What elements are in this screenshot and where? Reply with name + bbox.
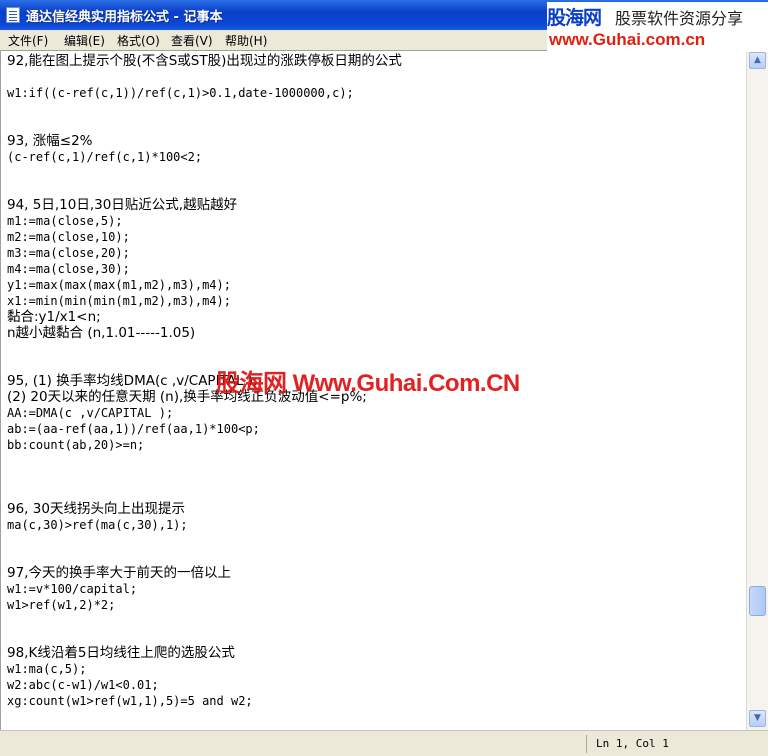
vertical-scrollbar[interactable]: ▲ ▼ bbox=[746, 50, 768, 730]
editor-line: x1:=min(min(min(m1,m2),m3),m4); bbox=[7, 294, 231, 308]
editor-line: m3:=ma(close,20); bbox=[7, 246, 130, 260]
editor-line: m2:=ma(close,10); bbox=[7, 230, 130, 244]
menu-file[interactable]: 文件(F) bbox=[8, 32, 48, 49]
scroll-up-icon[interactable]: ▲ bbox=[749, 52, 766, 69]
editor-line: n越小越黏合 (n,1.01-----1.05) bbox=[7, 325, 196, 341]
scroll-down-icon[interactable]: ▼ bbox=[749, 710, 766, 727]
editor-line: 黏合:y1/x1<n; bbox=[7, 309, 101, 325]
editor-line: 93, 涨幅≤2% bbox=[7, 133, 93, 149]
editor-line: AA:=DMA(c ,v/CAPITAL ); bbox=[7, 406, 174, 420]
editor-line: w1:=v*100/capital; bbox=[7, 582, 138, 596]
editor-line: 92,能在图上提示个股(不含S或ST股)出现过的涨跌停板日期的公式 bbox=[7, 53, 402, 69]
menu-view[interactable]: 查看(V) bbox=[171, 32, 213, 49]
menu-format[interactable]: 格式(O) bbox=[117, 32, 160, 49]
notepad-icon bbox=[6, 7, 20, 23]
editor-line: w1:if((c-ref(c,1))/ref(c,1)>0.1,date-100… bbox=[7, 86, 354, 100]
editor-line: 94, 5日,10日,30日贴近公式,越贴越好 bbox=[7, 197, 238, 213]
logo-url: www.Guhai.com.cn bbox=[549, 30, 706, 49]
editor-line: m4:=ma(close,30); bbox=[7, 262, 130, 276]
status-bar: Ln 1, Col 1 bbox=[0, 730, 768, 756]
editor-line: y1:=max(max(max(m1,m2),m3),m4); bbox=[7, 278, 231, 292]
cursor-position: Ln 1, Col 1 bbox=[596, 737, 669, 750]
editor-line: ab:=(aa-ref(aa,1))/ref(aa,1)*100<p; bbox=[7, 422, 260, 436]
editor-line: 97,今天的换手率大于前天的一倍以上 bbox=[7, 565, 231, 581]
scroll-thumb[interactable] bbox=[749, 586, 766, 616]
window-title: 通达信经典实用指标公式 - 记事本 bbox=[26, 10, 223, 25]
site-logo: 股海网 股票软件资源分享 www.Guhai.com.cn bbox=[547, 2, 768, 52]
logo-tagline: 股票软件资源分享 bbox=[615, 9, 744, 28]
status-divider bbox=[586, 735, 587, 753]
editor-line: 98,K线沿着5日均线往上爬的选股公式 bbox=[7, 645, 235, 661]
editor-line: 96, 30天线拐头向上出现提示 bbox=[7, 501, 185, 517]
logo-name: 股海网 bbox=[547, 7, 602, 29]
editor-line: ma(c,30)>ref(ma(c,30),1); bbox=[7, 518, 188, 532]
menu-edit[interactable]: 编辑(E) bbox=[64, 32, 105, 49]
editor-line: bb:count(ab,20)>=n; bbox=[7, 438, 145, 452]
editor-line: w1>ref(w1,2)*2; bbox=[7, 598, 116, 612]
editor-line: (c-ref(c,1)/ref(c,1)*100<2; bbox=[7, 150, 203, 164]
editor-line: w1:ma(c,5); bbox=[7, 662, 87, 676]
editor-line: m1:=ma(close,5); bbox=[7, 214, 123, 228]
watermark: 股海网 Www.Guhai.Com.CN bbox=[216, 370, 520, 397]
editor-line: xg:count(w1>ref(w1,1),5)=5 and w2; bbox=[7, 694, 253, 708]
editor-line: w2:abc(c-w1)/w1<0.01; bbox=[7, 678, 159, 692]
menu-help[interactable]: 帮助(H) bbox=[225, 32, 267, 49]
